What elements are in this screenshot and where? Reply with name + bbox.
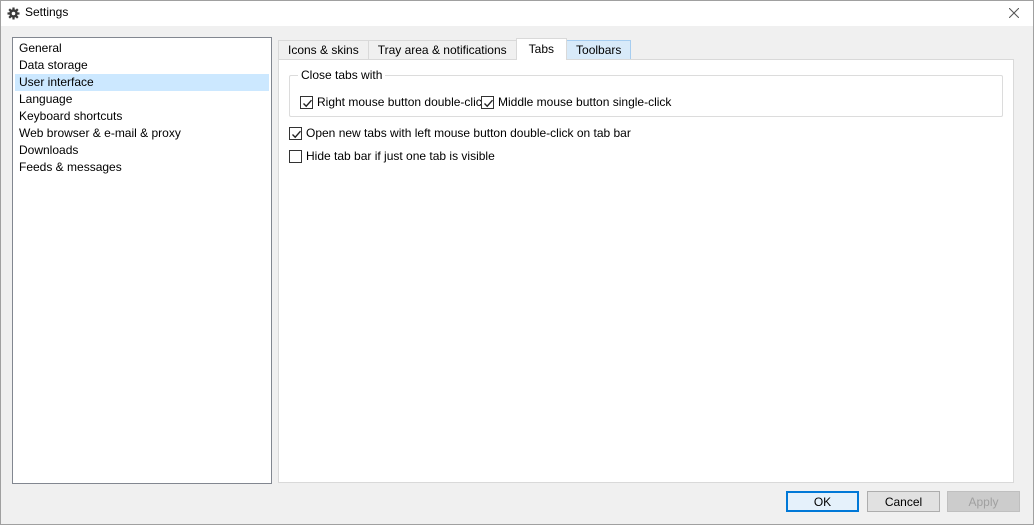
close-icon	[1009, 8, 1019, 18]
close-button[interactable]	[994, 0, 1034, 26]
sidebar-item-user-interface[interactable]: User interface	[15, 74, 269, 91]
open-new-tabs-option[interactable]: Open new tabs with left mouse button dou…	[289, 126, 631, 140]
tab-bar: Icons & skins Tray area & notifications …	[278, 38, 632, 60]
checkmark-icon	[292, 130, 302, 138]
sidebar-item-downloads[interactable]: Downloads	[15, 142, 269, 159]
checkmark-icon	[303, 99, 313, 107]
hide-tab-bar-option[interactable]: Hide tab bar if just one tab is visible	[289, 149, 495, 163]
tab-icons-skins[interactable]: Icons & skins	[278, 40, 369, 60]
tab-tabs[interactable]: Tabs	[515, 38, 568, 60]
sidebar-item-data-storage[interactable]: Data storage	[15, 57, 269, 74]
ok-button[interactable]: OK	[786, 491, 859, 512]
middle-single-click-label: Middle mouse button single-click	[498, 95, 672, 109]
tab-toolbars[interactable]: Toolbars	[566, 40, 632, 60]
checkmark-icon	[484, 99, 494, 107]
middle-single-click-option[interactable]: Middle mouse button single-click	[481, 95, 671, 109]
middle-single-click-checkbox[interactable]	[481, 95, 494, 109]
hide-tab-bar-checkbox[interactable]	[289, 149, 302, 163]
title-bar: Settings	[0, 0, 1034, 26]
sidebar-item-web-browser-email-proxy[interactable]: Web browser & e-mail & proxy	[15, 125, 269, 142]
tab-panel-tabs: Close tabs with Right mouse button doubl…	[278, 59, 1014, 483]
close-tabs-groupbox: Close tabs with Right mouse button doubl…	[289, 68, 1003, 117]
hide-tab-bar-label: Hide tab bar if just one tab is visible	[306, 149, 495, 163]
close-tabs-group-title: Close tabs with	[298, 68, 386, 82]
open-new-tabs-label: Open new tabs with left mouse button dou…	[306, 126, 631, 140]
right-double-click-option[interactable]: Right mouse button double-click	[300, 95, 488, 109]
tab-tray-area-notifications[interactable]: Tray area & notifications	[367, 40, 517, 60]
sidebar-item-language[interactable]: Language	[15, 91, 269, 108]
gear-icon	[6, 6, 20, 20]
sidebar-item-keyboard-shortcuts[interactable]: Keyboard shortcuts	[15, 108, 269, 125]
apply-button[interactable]: Apply	[947, 491, 1020, 512]
window-title: Settings	[25, 5, 69, 19]
open-new-tabs-checkbox[interactable]	[289, 126, 302, 140]
cancel-button[interactable]: Cancel	[867, 491, 940, 512]
right-double-click-checkbox[interactable]	[300, 95, 313, 109]
settings-category-list[interactable]: General Data storage User interface Lang…	[12, 37, 272, 484]
right-double-click-label: Right mouse button double-click	[317, 95, 488, 109]
sidebar-item-feeds-messages[interactable]: Feeds & messages	[15, 159, 269, 176]
sidebar-item-general[interactable]: General	[15, 40, 269, 57]
